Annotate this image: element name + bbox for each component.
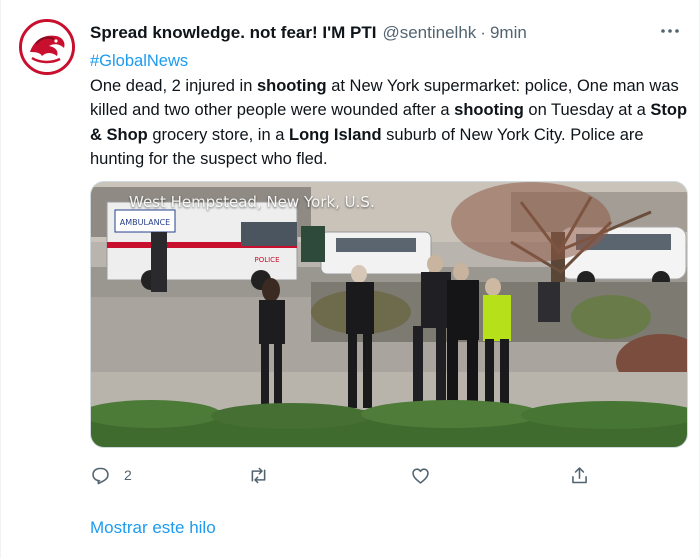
highlighted-term: shooting <box>256 76 327 95</box>
separator: · <box>480 23 486 42</box>
dragon-logo-icon <box>22 22 72 72</box>
display-name[interactable]: Spread knowledge. not fear! I'M PTI <box>90 23 376 43</box>
show-thread-link[interactable]: Mostrar este hilo <box>90 518 216 538</box>
tweet-header: Spread knowledge. not fear! I'M PTI @sen… <box>90 21 679 45</box>
police-label: POLICE <box>254 256 279 264</box>
ambulance: AMBULANCE POLICE <box>106 201 298 290</box>
reply-count: 2 <box>124 467 132 483</box>
highlighted-term: Long Island <box>288 125 382 144</box>
share-button[interactable] <box>569 462 590 488</box>
user-handle[interactable]: @sentinelhk <box>382 23 476 43</box>
highlighted-term: shooting <box>454 101 524 119</box>
share-icon <box>572 466 587 483</box>
text-part: on Tuesday at a <box>523 101 651 119</box>
video-frame: AMBULANCE POLICE <box>91 182 687 447</box>
more-horizontal-icon <box>661 29 679 33</box>
hashtag-link[interactable]: #GlobalNews <box>90 49 690 74</box>
tweet-text: #GlobalNews One dead, 2 injured in shooti… <box>90 49 690 172</box>
tweet-media-video[interactable]: AMBULANCE POLICE West Hempstead, New Yor… <box>90 181 688 448</box>
avatar[interactable] <box>19 19 75 75</box>
text-part: One dead, 2 injured in <box>90 76 257 95</box>
retweet-icon <box>251 467 266 483</box>
retweet-button[interactable] <box>248 462 269 488</box>
reply-button[interactable]: 2 <box>90 462 132 488</box>
like-button[interactable] <box>410 462 431 488</box>
ambulance-label: AMBULANCE <box>120 218 170 227</box>
reply-icon <box>92 467 109 484</box>
text-part: grocery store, in a <box>147 125 289 144</box>
video-location-caption: West Hempstead, New York, U.S. <box>129 193 375 211</box>
timestamp[interactable]: 9min <box>490 23 527 43</box>
tweet-actions: 2 <box>90 462 610 488</box>
more-options-button[interactable] <box>657 18 683 44</box>
like-icon <box>412 467 429 484</box>
tweet[interactable]: Spread knowledge. not fear! I'M PTI @sen… <box>0 0 700 558</box>
